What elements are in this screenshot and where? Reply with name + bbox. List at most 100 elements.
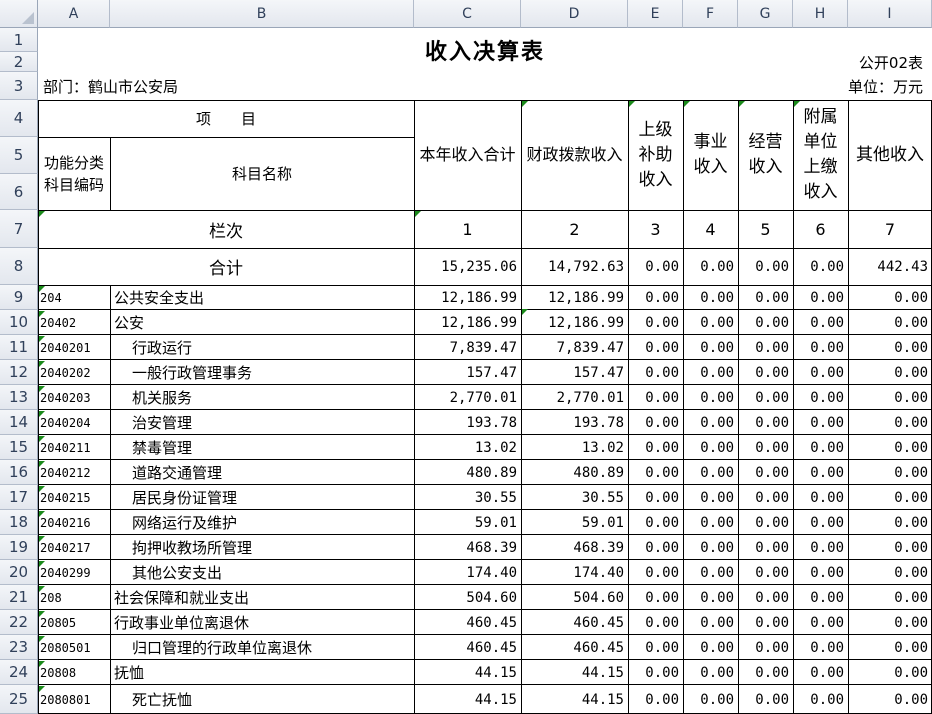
row-header-12[interactable]: 12 [0,360,38,385]
table-row-value[interactable]: 0.00 [628,310,683,335]
table-row-value[interactable]: 0.00 [683,410,738,435]
table-row-name[interactable]: 一般行政管理事务 [110,360,414,385]
table-row-value[interactable]: 0.00 [683,385,738,410]
table-row-value[interactable]: 0.00 [793,660,848,685]
table-row-name[interactable]: 公共安全支出 [110,285,414,310]
table-row-value[interactable]: 44.15 [521,685,628,714]
column-header-i[interactable]: I [848,0,932,28]
table-row-code[interactable]: 20808 [38,660,110,685]
table-row-value[interactable]: 0.00 [738,635,793,660]
table-row-value[interactable]: 193.78 [521,410,628,435]
table-row-name[interactable]: 行政运行 [110,335,414,360]
table-row-value[interactable]: 0.00 [683,510,738,535]
table-row-name[interactable]: 网络运行及维护 [110,510,414,535]
table-row-value[interactable]: 0.00 [793,385,848,410]
row-header-19[interactable]: 19 [0,535,38,560]
table-row-value[interactable]: 0.00 [683,485,738,510]
row-header-3[interactable]: 3 [0,72,38,100]
table-row-value[interactable]: 0.00 [793,685,848,714]
table-row-code[interactable]: 2040203 [38,385,110,410]
table-row-value[interactable]: 0.00 [793,510,848,535]
table-row-value[interactable]: 0.00 [738,460,793,485]
table-row-value[interactable]: 504.60 [521,585,628,610]
table-row-value[interactable]: 0.00 [628,560,683,585]
column-header-e[interactable]: E [628,0,683,28]
table-row-code[interactable]: 2040216 [38,510,110,535]
total-value[interactable]: 15,235.06 [414,248,521,285]
column-header-d[interactable]: D [521,0,628,28]
table-row-value[interactable]: 0.00 [628,360,683,385]
row-header-10[interactable]: 10 [0,310,38,335]
table-row-value[interactable]: 0.00 [848,310,932,335]
column-header-f[interactable]: F [683,0,738,28]
total-value[interactable]: 0.00 [738,248,793,285]
table-row-value[interactable]: 504.60 [414,585,521,610]
table-row-name[interactable]: 行政事业单位离退休 [110,610,414,635]
table-row-value[interactable]: 0.00 [793,285,848,310]
table-row-value[interactable]: 44.15 [521,660,628,685]
table-row-value[interactable]: 0.00 [628,385,683,410]
table-row-value[interactable]: 0.00 [683,685,738,714]
row-header-17[interactable]: 17 [0,485,38,510]
row-header-6[interactable]: 6 [0,174,38,210]
row-header-25[interactable]: 25 [0,685,38,714]
row-header-2[interactable]: 2 [0,52,38,72]
table-row-value[interactable]: 0.00 [738,535,793,560]
table-row-value[interactable]: 2,770.01 [521,385,628,410]
table-row-value[interactable]: 0.00 [628,485,683,510]
table-row-name[interactable]: 死亡抚恤 [110,685,414,714]
table-row-value[interactable]: 0.00 [848,435,932,460]
table-row-value[interactable]: 460.45 [414,635,521,660]
column-header-b[interactable]: B [110,0,414,28]
table-row-value[interactable]: 0.00 [793,535,848,560]
table-row-value[interactable]: 0.00 [683,335,738,360]
table-row-value[interactable]: 0.00 [848,485,932,510]
table-row-value[interactable]: 0.00 [848,685,932,714]
table-row-value[interactable]: 468.39 [521,535,628,560]
table-row-name[interactable]: 拘押收教场所管理 [110,535,414,560]
table-row-name[interactable]: 居民身份证管理 [110,485,414,510]
table-row-name[interactable]: 禁毒管理 [110,435,414,460]
table-row-value[interactable]: 0.00 [848,460,932,485]
table-row-value[interactable]: 0.00 [738,360,793,385]
table-row-value[interactable]: 0.00 [793,485,848,510]
row-header-15[interactable]: 15 [0,435,38,460]
table-row-value[interactable]: 0.00 [848,535,932,560]
row-header-11[interactable]: 11 [0,335,38,360]
row-header-1[interactable]: 1 [0,28,38,52]
row-header-20[interactable]: 20 [0,560,38,585]
table-row-code[interactable]: 2040299 [38,560,110,585]
table-row-value[interactable]: 0.00 [848,660,932,685]
table-row-value[interactable]: 44.15 [414,685,521,714]
table-row-code[interactable]: 2040211 [38,435,110,460]
table-row-value[interactable]: 0.00 [793,410,848,435]
table-row-code[interactable]: 20805 [38,610,110,635]
table-row-value[interactable]: 0.00 [848,385,932,410]
table-row-value[interactable]: 0.00 [738,560,793,585]
total-value[interactable]: 442.43 [848,248,932,285]
table-row-value[interactable]: 0.00 [738,585,793,610]
table-row-value[interactable]: 0.00 [738,435,793,460]
table-row-value[interactable]: 460.45 [521,610,628,635]
table-row-name[interactable]: 其他公安支出 [110,560,414,585]
table-row-value[interactable]: 7,839.47 [521,335,628,360]
column-header-g[interactable]: G [738,0,793,28]
table-row-value[interactable]: 12,186.99 [521,285,628,310]
table-row-value[interactable]: 0.00 [628,460,683,485]
table-row-value[interactable]: 0.00 [628,510,683,535]
table-row-code[interactable]: 2080501 [38,635,110,660]
table-row-code[interactable]: 2040217 [38,535,110,560]
row-header-16[interactable]: 16 [0,460,38,485]
table-row-value[interactable]: 0.00 [738,485,793,510]
table-row-value[interactable]: 0.00 [738,685,793,714]
table-row-value[interactable]: 2,770.01 [414,385,521,410]
row-header-9[interactable]: 9 [0,285,38,310]
table-row-value[interactable]: 0.00 [628,610,683,635]
table-row-value[interactable]: 7,839.47 [414,335,521,360]
row-header-13[interactable]: 13 [0,385,38,410]
table-row-value[interactable]: 0.00 [683,435,738,460]
row-header-5[interactable]: 5 [0,137,38,174]
table-row-value[interactable]: 0.00 [848,585,932,610]
table-row-value[interactable]: 0.00 [793,635,848,660]
row-header-8[interactable]: 8 [0,248,38,285]
